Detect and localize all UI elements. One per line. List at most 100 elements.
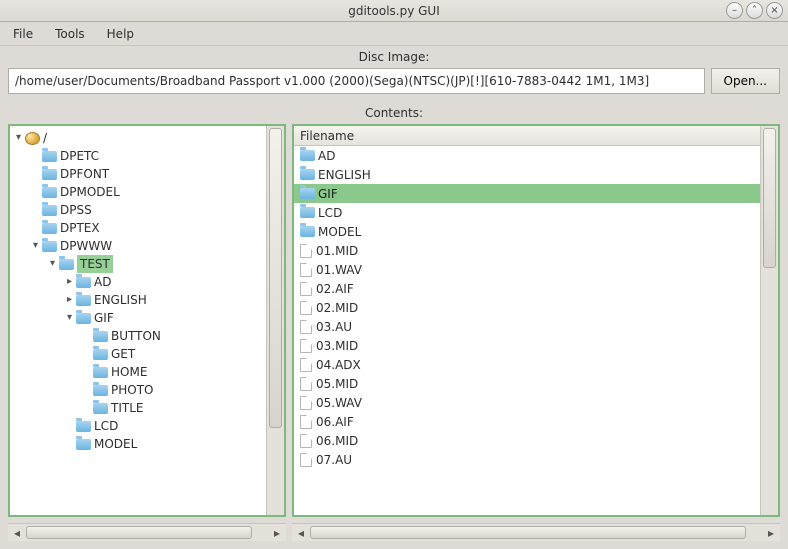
filelist-horizontal-scrollbar[interactable]: ◂ ▸ xyxy=(292,523,780,541)
menu-file[interactable]: File xyxy=(3,24,43,44)
folder-icon xyxy=(300,226,315,237)
chevron-down-icon[interactable]: ▾ xyxy=(29,237,42,255)
folder-icon xyxy=(76,439,91,450)
window-title: gditools.py GUI xyxy=(348,4,440,18)
file-list[interactable]: AD ENGLISH GIFLCD MODEL 01.MID 01.WAV 02.AIF 02… xyxy=(294,146,760,515)
folder-icon xyxy=(300,188,315,199)
file-name-label: 01.MID xyxy=(316,244,358,258)
file-row[interactable]: 01.MID xyxy=(294,241,760,260)
file-icon xyxy=(300,244,312,258)
folder-icon xyxy=(76,295,91,306)
tree-item[interactable]: DPFONT xyxy=(12,165,264,183)
contents-label: Contents: xyxy=(0,102,788,124)
chevron-right-icon[interactable]: ▸ xyxy=(63,273,76,291)
tree-item[interactable]: ▾DPWWW xyxy=(12,237,264,255)
scroll-left-icon[interactable]: ◂ xyxy=(8,524,26,542)
titlebar: gditools.py GUI – ˄ × xyxy=(0,0,788,22)
file-icon xyxy=(300,301,312,315)
tree-item-label: LCD xyxy=(94,417,118,435)
scroll-right-icon[interactable]: ▸ xyxy=(268,524,286,542)
tree-item[interactable]: PHOTO xyxy=(12,381,264,399)
tree-root[interactable]: ▾/ xyxy=(12,129,264,147)
file-name-label: 03.MID xyxy=(316,339,358,353)
file-list-panel: Filename AD ENGLISH GIFLCD MODEL 01.MID 01.WA… xyxy=(292,124,780,517)
menu-tools[interactable]: Tools xyxy=(45,24,95,44)
file-name-label: 06.MID xyxy=(316,434,358,448)
folder-icon xyxy=(59,259,74,270)
file-row[interactable]: 06.MID xyxy=(294,431,760,450)
file-row[interactable]: 05.WAV xyxy=(294,393,760,412)
chevron-right-icon[interactable]: ▸ xyxy=(63,291,76,309)
menu-help[interactable]: Help xyxy=(97,24,144,44)
tree-item-label: / xyxy=(43,129,47,147)
file-row[interactable]: 03.AU xyxy=(294,317,760,336)
tree-item-label: DPMODEL xyxy=(60,183,120,201)
file-icon xyxy=(300,453,312,467)
file-name-label: ENGLISH xyxy=(318,168,371,182)
folder-icon xyxy=(300,169,315,180)
tree-item-label: MODEL xyxy=(94,435,137,453)
scroll-right-icon[interactable]: ▸ xyxy=(762,524,780,542)
tree-vertical-scrollbar[interactable] xyxy=(266,126,284,515)
scroll-left-icon[interactable]: ◂ xyxy=(292,524,310,542)
tree-item[interactable]: DPTEX xyxy=(12,219,264,237)
file-icon xyxy=(300,282,312,296)
file-row[interactable]: AD xyxy=(294,146,760,165)
menubar: File Tools Help xyxy=(0,22,788,46)
disc-image-input[interactable] xyxy=(8,68,705,94)
file-row[interactable]: GIF xyxy=(294,184,760,203)
file-row[interactable]: 04.ADX xyxy=(294,355,760,374)
file-row[interactable]: 05.MID xyxy=(294,374,760,393)
folder-icon xyxy=(300,150,315,161)
file-name-label: 01.WAV xyxy=(316,263,362,277)
file-row[interactable]: 01.WAV xyxy=(294,260,760,279)
tree-item-label: ENGLISH xyxy=(94,291,147,309)
tree-item[interactable]: ▾TEST xyxy=(12,255,264,273)
file-name-label: 04.ADX xyxy=(316,358,361,372)
filelist-vertical-scrollbar[interactable] xyxy=(760,126,778,515)
folder-icon xyxy=(300,207,315,218)
file-row[interactable]: ENGLISH xyxy=(294,165,760,184)
file-row[interactable]: 02.AIF xyxy=(294,279,760,298)
file-row[interactable]: 07.AU xyxy=(294,450,760,469)
filelist-header-filename[interactable]: Filename xyxy=(294,126,760,146)
chevron-down-icon[interactable]: ▾ xyxy=(63,309,76,327)
file-row[interactable]: 02.MID xyxy=(294,298,760,317)
tree-item[interactable]: DPSS xyxy=(12,201,264,219)
file-row[interactable]: 06.AIF xyxy=(294,412,760,431)
minimize-button[interactable]: – xyxy=(726,2,743,19)
file-icon xyxy=(300,377,312,391)
folder-icon xyxy=(93,349,108,360)
folder-icon xyxy=(76,421,91,432)
tree-item[interactable]: ▸ ENGLISH xyxy=(12,291,264,309)
folder-icon xyxy=(42,169,57,180)
tree-item[interactable]: MODEL xyxy=(12,435,264,453)
close-button[interactable]: × xyxy=(766,2,783,19)
maximize-button[interactable]: ˄ xyxy=(746,2,763,19)
file-row[interactable]: LCD xyxy=(294,203,760,222)
tree-item-label: DPTEX xyxy=(60,219,100,237)
chevron-down-icon[interactable]: ▾ xyxy=(46,255,59,273)
tree-item[interactable]: TITLE xyxy=(12,399,264,417)
folder-icon xyxy=(76,277,91,288)
folder-icon xyxy=(93,367,108,378)
tree-item[interactable]: HOME xyxy=(12,363,264,381)
tree-item[interactable]: BUTTON xyxy=(12,327,264,345)
tree-panel: ▾/DPETCDPFONTDPMODELDPSSDPTEX▾DPWWW▾TEST… xyxy=(8,124,286,517)
open-button[interactable]: Open... xyxy=(711,68,781,94)
file-icon xyxy=(300,358,312,372)
tree-item[interactable]: DPETC xyxy=(12,147,264,165)
file-name-label: 02.AIF xyxy=(316,282,354,296)
file-row[interactable]: MODEL xyxy=(294,222,760,241)
tree-item[interactable]: DPMODEL xyxy=(12,183,264,201)
tree-item[interactable]: ▾GIF xyxy=(12,309,264,327)
file-row[interactable]: 03.MID xyxy=(294,336,760,355)
file-name-label: MODEL xyxy=(318,225,361,239)
directory-tree[interactable]: ▾/DPETCDPFONTDPMODELDPSSDPTEX▾DPWWW▾TEST… xyxy=(10,126,266,456)
tree-item-label: DPETC xyxy=(60,147,99,165)
tree-horizontal-scrollbar[interactable]: ◂ ▸ xyxy=(8,523,286,541)
tree-item[interactable]: ▸AD xyxy=(12,273,264,291)
tree-item[interactable]: GET xyxy=(12,345,264,363)
tree-item[interactable]: LCD xyxy=(12,417,264,435)
file-icon xyxy=(300,415,312,429)
